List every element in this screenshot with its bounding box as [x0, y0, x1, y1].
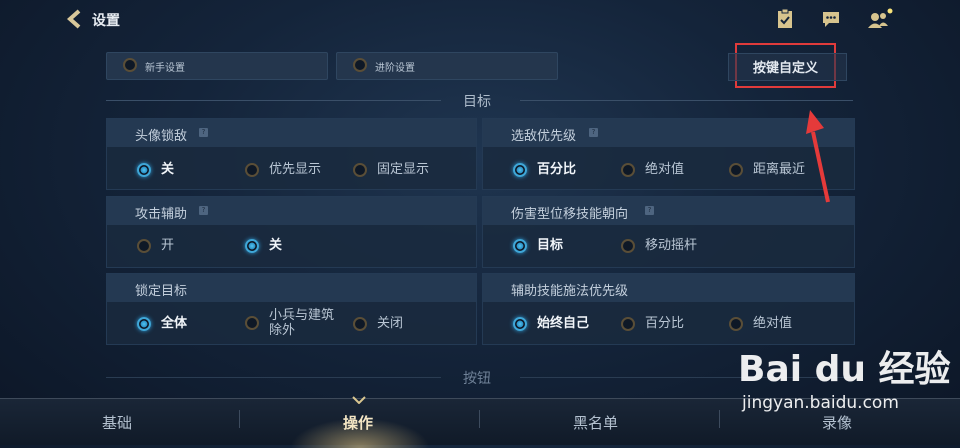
option-close[interactable]: 关闭 [353, 316, 403, 331]
option-label: 关闭 [377, 316, 404, 331]
panel-damage-skill-direction: 伤害型位移技能朝向 ? 目标 移动摇杆 [482, 196, 855, 268]
option-percentage[interactable]: 百分比 [621, 316, 684, 331]
divider [520, 100, 853, 101]
option-always-self[interactable]: 始终自己 [513, 316, 589, 331]
option-label: 距离最近 [753, 162, 806, 177]
radio-button[interactable] [353, 162, 367, 177]
friends-icon[interactable] [866, 8, 894, 30]
tab-replay[interactable]: 录像 [822, 412, 852, 433]
panel-avatar-lock: 头像锁敌 ? 关 优先显示 固定显示 [106, 118, 477, 190]
option-label: 移动摇杆 [645, 238, 698, 253]
radio-button[interactable] [353, 58, 367, 72]
annotation-arrow-icon [806, 110, 830, 203]
panel-title: 攻击辅助 [135, 207, 188, 222]
panel-title: 伤害型位移技能朝向 [511, 207, 629, 222]
radio-button[interactable] [245, 316, 259, 330]
clipboard-icon[interactable] [774, 8, 796, 30]
radio-button[interactable] [513, 238, 527, 253]
radio-button[interactable] [245, 162, 259, 177]
radio-button[interactable] [137, 316, 151, 331]
help-icon[interactable]: ? [199, 206, 208, 215]
panel-title: 选敌优先级 [511, 129, 577, 144]
tab-basic[interactable]: 基础 [102, 412, 132, 433]
help-icon[interactable]: ? [199, 128, 208, 137]
radio-button[interactable] [513, 316, 527, 331]
key-custom-button[interactable]: 按键自定义 [728, 43, 847, 88]
radio-button[interactable] [621, 316, 635, 331]
option-label: 目标 [537, 238, 564, 253]
option-off[interactable]: 关 [137, 162, 174, 177]
radio-button[interactable] [137, 238, 151, 253]
option-all[interactable]: 全体 [137, 316, 187, 331]
option-off[interactable]: 关 [245, 238, 282, 253]
radio-button[interactable] [729, 162, 743, 177]
tab-blacklist[interactable]: 黑名单 [573, 412, 618, 433]
page-title: 设置 [92, 13, 120, 29]
advanced-settings-option[interactable]: 进阶设置 [336, 52, 558, 80]
radio-button[interactable] [513, 162, 527, 177]
panel-title: 锁定目标 [135, 284, 188, 299]
help-icon[interactable]: ? [589, 128, 598, 137]
divider [106, 377, 441, 378]
radio-button[interactable] [137, 162, 151, 177]
option-absolute[interactable]: 绝对值 [621, 162, 684, 177]
divider [106, 100, 441, 101]
advanced-settings-label: 进阶设置 [375, 63, 415, 74]
option-label: 固定显示 [377, 162, 430, 177]
option-target[interactable]: 目标 [513, 238, 563, 253]
panel-lock-target: 锁定目标 全体 小兵与建筑 除外 关闭 [106, 273, 477, 345]
panel-header: 选敌优先级 ? [483, 119, 854, 147]
panel-title: 头像锁敌 [135, 129, 188, 144]
option-minions-buildings-excluded[interactable]: 小兵与建筑 除外 [245, 308, 334, 338]
option-label: 百分比 [537, 162, 577, 177]
option-label: 百分比 [645, 316, 685, 331]
tab-operation[interactable]: 操作 [343, 412, 373, 433]
watermark-logo: Bai du 经验 [738, 349, 951, 390]
radio-button[interactable] [353, 316, 367, 331]
option-priority-show[interactable]: 优先显示 [245, 162, 321, 177]
tab-divider [479, 410, 480, 428]
option-on[interactable]: 开 [137, 238, 174, 253]
back-arrow-icon[interactable] [64, 8, 86, 30]
option-label: 始终自己 [537, 316, 590, 331]
option-absolute[interactable]: 绝对值 [729, 316, 792, 331]
section-title-target: 目标 [463, 94, 491, 110]
option-label: 关 [161, 162, 175, 177]
option-label-line1: 小兵与建筑 [269, 308, 335, 323]
option-label: 关 [269, 238, 283, 253]
option-fixed-show[interactable]: 固定显示 [353, 162, 429, 177]
radio-button[interactable] [621, 238, 635, 253]
option-move-joystick[interactable]: 移动摇杆 [621, 238, 697, 253]
tab-divider [239, 410, 240, 428]
panel-header: 伤害型位移技能朝向 ? [483, 197, 854, 225]
option-label: 优先显示 [269, 162, 322, 177]
watermark-url: jingyan.baidu.com [742, 393, 899, 413]
option-percentage[interactable]: 百分比 [513, 162, 576, 177]
option-label: 全体 [161, 316, 188, 331]
panel-title: 辅助技能施法优先级 [511, 284, 629, 299]
radio-button[interactable] [123, 58, 137, 72]
novice-settings-option[interactable]: 新手设置 [106, 52, 328, 80]
option-nearest[interactable]: 距离最近 [729, 162, 805, 177]
panel-header: 头像锁敌 ? [107, 119, 476, 147]
radio-button[interactable] [245, 238, 259, 253]
option-label: 绝对值 [753, 316, 793, 331]
panel-assist-skill-priority: 辅助技能施法优先级 始终自己 百分比 绝对值 [482, 273, 855, 345]
option-label-line2: 除外 [269, 323, 296, 338]
novice-settings-label: 新手设置 [145, 63, 185, 74]
tab-divider [719, 410, 720, 428]
panel-header: 锁定目标 [107, 274, 476, 302]
section-title-buttons: 按钮 [463, 371, 491, 387]
panel-attack-assist: 攻击辅助 ? 开 关 [106, 196, 477, 268]
panel-header: 辅助技能施法优先级 [483, 274, 854, 302]
help-icon[interactable]: ? [645, 206, 654, 215]
option-label: 绝对值 [645, 162, 685, 177]
radio-button[interactable] [729, 316, 743, 331]
chat-icon[interactable] [820, 8, 842, 30]
chevron-down-icon [352, 396, 366, 404]
key-custom-label: 按键自定义 [753, 61, 819, 76]
option-label: 开 [161, 238, 175, 253]
radio-button[interactable] [621, 162, 635, 177]
panel-header: 攻击辅助 ? [107, 197, 476, 225]
